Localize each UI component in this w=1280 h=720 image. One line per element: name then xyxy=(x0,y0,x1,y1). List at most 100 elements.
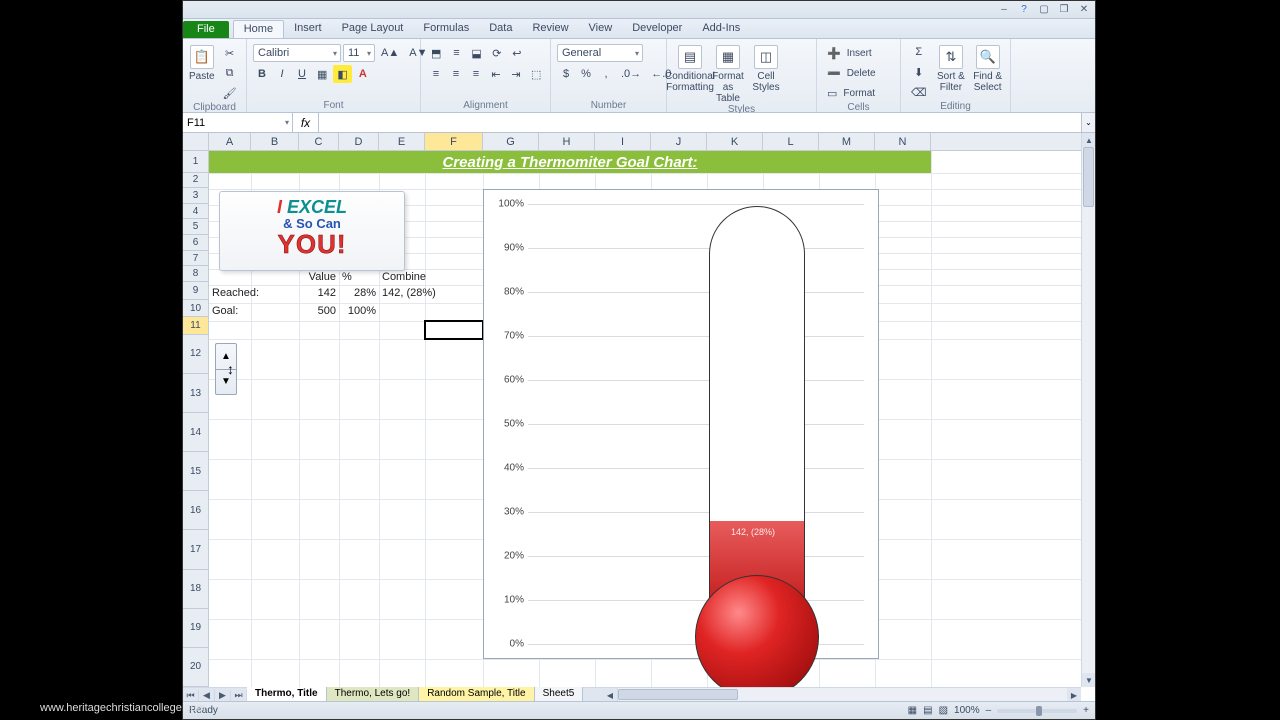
copy-button[interactable]: ⧉ xyxy=(219,64,241,82)
delete-cells-button[interactable]: ➖ xyxy=(823,64,845,82)
paste-button[interactable]: 📋 Paste xyxy=(189,41,215,82)
increase-indent-button[interactable]: ⇥ xyxy=(507,65,525,83)
conditional-formatting-button[interactable]: ▤Conditional Formatting xyxy=(673,41,707,93)
row-header-13[interactable]: 13 xyxy=(183,374,208,413)
cell-A9[interactable]: Reached: xyxy=(209,287,251,299)
cell-E9[interactable]: 142, (28%) xyxy=(379,287,425,299)
fill-button[interactable]: ⬇ xyxy=(907,63,931,81)
hscroll-thumb[interactable] xyxy=(618,689,738,700)
row-header-7[interactable]: 7 xyxy=(183,251,208,267)
row-header-15[interactable]: 15 xyxy=(183,452,208,491)
cell-C9[interactable]: 142 xyxy=(299,287,339,299)
insert-cells-button[interactable]: ➕ xyxy=(823,44,845,62)
sort-filter-button[interactable]: ⇅Sort & Filter xyxy=(935,41,968,93)
close-icon[interactable]: ✕ xyxy=(1077,4,1091,15)
align-right-button[interactable]: ≡ xyxy=(467,65,485,83)
sheet-nav-2[interactable]: ▶ xyxy=(215,690,231,701)
row-header-4[interactable]: 4 xyxy=(183,204,208,220)
tab-view[interactable]: View xyxy=(579,20,623,38)
tab-review[interactable]: Review xyxy=(522,20,578,38)
col-header-A[interactable]: A xyxy=(209,133,251,150)
tab-home[interactable]: Home xyxy=(233,20,284,38)
expand-formula-bar[interactable]: ⌄ xyxy=(1081,113,1095,132)
zoom-in-button[interactable]: + xyxy=(1083,705,1089,716)
row-header-8[interactable]: 8 xyxy=(183,266,208,282)
row-header-3[interactable]: 3 xyxy=(183,188,208,204)
row-header-11[interactable]: 11 xyxy=(183,317,208,335)
find-select-button[interactable]: 🔍Find & Select xyxy=(971,41,1004,93)
col-header-J[interactable]: J xyxy=(651,133,707,150)
help-icon[interactable]: ? xyxy=(1017,4,1031,15)
sheet-nav-0[interactable]: ⏮ xyxy=(183,690,199,701)
sheet-tab-random-sample-title[interactable]: Random Sample, Title xyxy=(419,687,534,701)
sheet-nav-3[interactable]: ⏭ xyxy=(231,690,247,701)
grow-font-button[interactable]: A▲ xyxy=(377,44,403,62)
cell-E8[interactable]: Combine xyxy=(379,271,425,283)
row-header-1[interactable]: 1 xyxy=(183,151,208,173)
view-normal-icon[interactable]: ▦ xyxy=(908,705,917,716)
col-header-F[interactable]: F xyxy=(425,133,483,150)
tab-data[interactable]: Data xyxy=(479,20,522,38)
sheet-tab-sheet5[interactable]: Sheet5 xyxy=(535,687,584,701)
align-center-button[interactable]: ≡ xyxy=(447,65,465,83)
cell-C10[interactable]: 500 xyxy=(299,305,339,317)
autosum-button[interactable]: Σ xyxy=(907,43,931,61)
minimize-icon[interactable]: – xyxy=(997,4,1011,15)
font-color-button[interactable]: A xyxy=(354,65,372,83)
row-header-6[interactable]: 6 xyxy=(183,235,208,251)
row-header-20[interactable]: 20 xyxy=(183,648,208,687)
spin-up-icon[interactable]: ▲ xyxy=(216,344,236,370)
col-header-B[interactable]: B xyxy=(251,133,299,150)
scroll-left-icon[interactable]: ◀ xyxy=(603,688,617,701)
cell-D8[interactable]: % xyxy=(339,271,379,283)
col-header-K[interactable]: K xyxy=(707,133,763,150)
align-bottom-button[interactable]: ⬓ xyxy=(467,44,485,62)
vertical-scrollbar[interactable]: ▲ ▼ xyxy=(1081,133,1095,687)
scroll-up-icon[interactable]: ▲ xyxy=(1082,133,1095,147)
sheet-tab-thermo-lets-go-[interactable]: Thermo, Lets go! xyxy=(327,687,420,701)
zoom-out-button[interactable]: – xyxy=(986,705,992,716)
formula-input[interactable] xyxy=(319,113,1081,132)
cell-D9[interactable]: 28% xyxy=(339,287,379,299)
col-header-C[interactable]: C xyxy=(299,133,339,150)
tab-formulas[interactable]: Formulas xyxy=(413,20,479,38)
align-middle-button[interactable]: ≡ xyxy=(447,44,465,62)
zoom-level[interactable]: 100% xyxy=(954,705,980,716)
view-layout-icon[interactable]: ▤ xyxy=(923,705,932,716)
select-all-corner[interactable] xyxy=(183,133,209,151)
format-as-table-button[interactable]: ▦Format as Table xyxy=(711,41,745,104)
fill-color-button[interactable]: ◧ xyxy=(333,65,351,83)
comma-button[interactable]: , xyxy=(597,65,615,83)
italic-button[interactable]: I xyxy=(273,65,291,83)
col-header-N[interactable]: N xyxy=(875,133,931,150)
font-size-combo[interactable]: 11 xyxy=(343,44,375,62)
row-header-2[interactable]: 2 xyxy=(183,173,208,189)
horizontal-scrollbar[interactable]: ⏮◀▶⏭ Thermo, TitleThermo, Lets go!Random… xyxy=(183,687,1081,701)
cell-styles-button[interactable]: ◫Cell Styles xyxy=(749,41,783,93)
row-header-5[interactable]: 5 xyxy=(183,219,208,235)
orientation-button[interactable]: ⟳ xyxy=(488,44,506,62)
view-break-icon[interactable]: ▧ xyxy=(939,705,948,716)
fx-icon[interactable]: fx xyxy=(293,113,319,132)
row-header-16[interactable]: 16 xyxy=(183,491,208,530)
active-cell[interactable] xyxy=(424,320,484,340)
col-header-I[interactable]: I xyxy=(595,133,651,150)
currency-button[interactable]: $ xyxy=(557,65,575,83)
scroll-right-icon[interactable]: ▶ xyxy=(1067,688,1081,701)
tab-page-layout[interactable]: Page Layout xyxy=(332,20,414,38)
align-left-button[interactable]: ≡ xyxy=(427,65,445,83)
col-header-L[interactable]: L xyxy=(763,133,819,150)
wrap-text-button[interactable]: ↩ xyxy=(508,44,526,62)
sheet-nav-1[interactable]: ◀ xyxy=(199,690,215,701)
increase-decimal-button[interactable]: .0→ xyxy=(617,65,645,83)
col-header-H[interactable]: H xyxy=(539,133,595,150)
worksheet-grid[interactable]: ABCDEFGHIJKLMN 1234567891011121314151617… xyxy=(183,133,1095,701)
number-format-combo[interactable]: General xyxy=(557,44,643,62)
row-header-9[interactable]: 9 xyxy=(183,282,208,300)
vscroll-thumb[interactable] xyxy=(1083,147,1094,207)
underline-button[interactable]: U xyxy=(293,65,311,83)
clear-button[interactable]: ⌫ xyxy=(907,83,931,101)
ribbon-toggle-icon[interactable]: ▢ xyxy=(1037,4,1051,15)
row-header-14[interactable]: 14 xyxy=(183,413,208,452)
cut-button[interactable]: ✂ xyxy=(219,44,241,62)
